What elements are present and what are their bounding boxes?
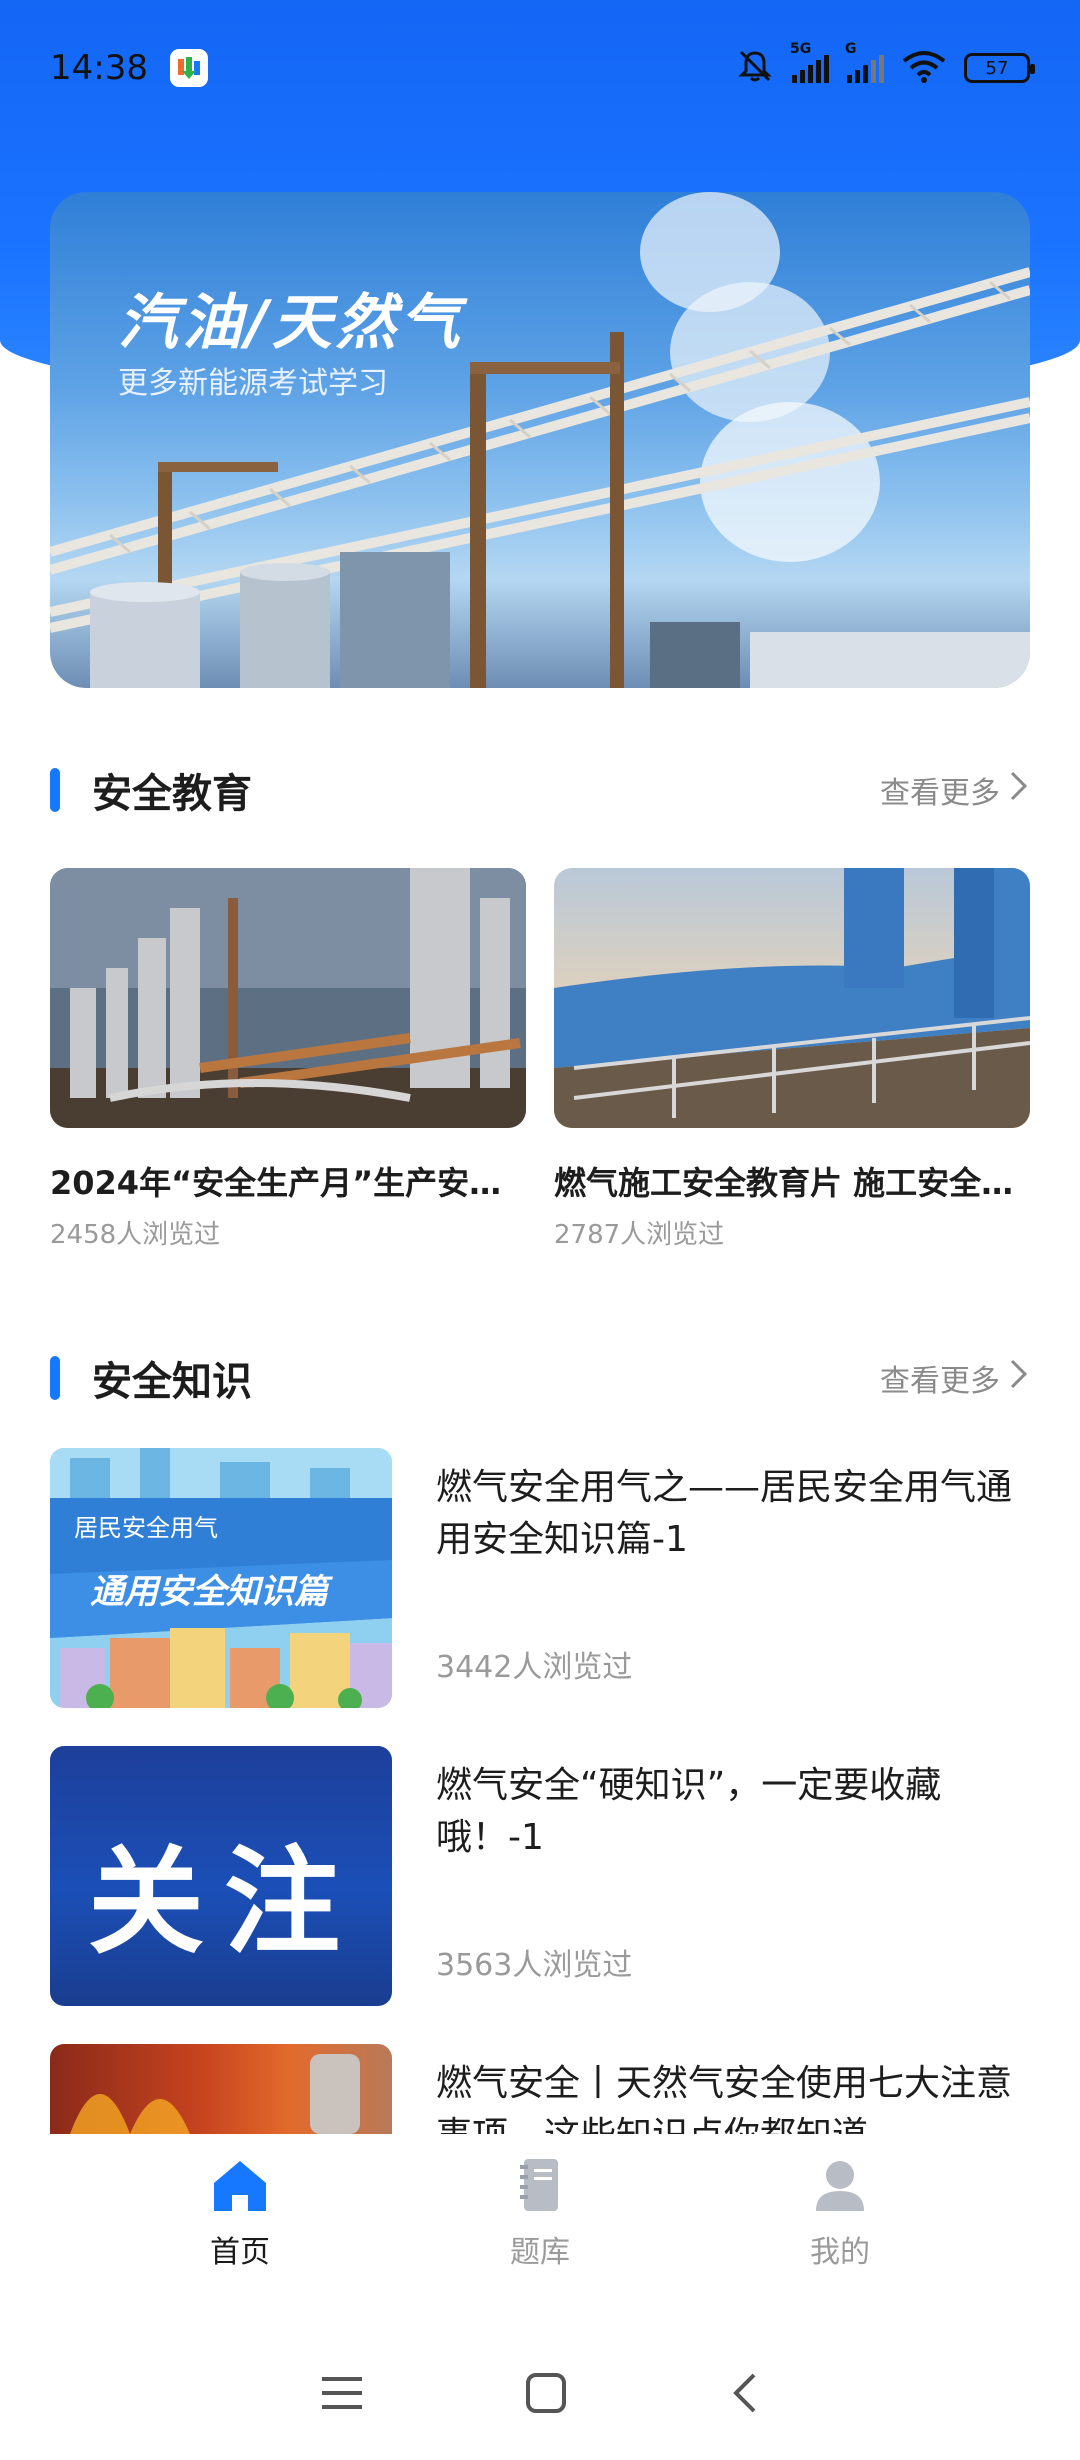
home-square-icon[interactable] [524, 2371, 568, 2419]
profile-icon [810, 2157, 870, 2217]
mute-icon [736, 47, 774, 89]
nav-tab-home-label: 首页 [210, 2235, 270, 2270]
signal-g-label: G [845, 41, 857, 57]
article-title: 燃气安全用气之——居民安全用气通用安全知识篇-1 [436, 1467, 1013, 1560]
chevron-right-icon [1008, 1357, 1030, 1399]
home-icon [210, 2157, 270, 2217]
bottom-navigation: 首页 题库 我的 [0, 2134, 1080, 2294]
signal-g-icon: G [845, 41, 884, 83]
chevron-right-icon [1008, 769, 1030, 811]
article-thumb-headline: 关注 [88, 1834, 360, 1970]
article-thumbnail: 关注 [50, 1746, 392, 2006]
video-title: 燃气施工安全教育片 施工安全… [554, 1164, 1014, 1202]
refinery-banner-illustration [50, 192, 1030, 688]
back-icon[interactable] [728, 2371, 760, 2419]
view-more-label: 查看更多 [880, 1364, 1000, 1399]
article-thumb-caption: 居民安全用气 [74, 1514, 218, 1542]
video-thumbnail [554, 868, 1030, 1128]
signal-5g-label: 5G [790, 41, 812, 57]
article-thumbnail: 居民安全用气 通用安全知识篇 [50, 1448, 392, 1708]
banner-title: 汽油/天然气 [118, 288, 464, 358]
article-item[interactable]: 关注 燃气安全“硬知识”，一定要收藏哦！-1 3563人浏览过 [50, 1746, 1030, 2006]
battery-level: 57 [985, 57, 1009, 79]
question-bank-icon [510, 2157, 570, 2217]
video-views: 2458人浏览过 [50, 1220, 221, 1250]
banner-subtitle: 更多新能源考试学习 [118, 366, 388, 401]
menu-icon[interactable] [320, 2373, 364, 2417]
signal-5g-icon: 5G [790, 41, 829, 83]
view-more-link[interactable]: 查看更多 [880, 768, 1030, 812]
video-thumbnail [50, 868, 526, 1128]
article-title: 燃气安全丨天然气安全使用七大注意事项，这些知识点你都知道 [436, 2063, 1013, 2134]
article-item[interactable]: 燃气安全丨天然气安全使用七大注意事项，这些知识点你都知道 [50, 2044, 1030, 2134]
wifi-icon [902, 49, 946, 87]
battery-icon: 57 [964, 53, 1035, 83]
status-time: 14:38 [50, 48, 148, 88]
video-card[interactable]: 燃气施工安全教育片 施工安全… 2787人浏览过 [554, 868, 1030, 1251]
app-notification-icon [169, 49, 208, 87]
article-thumb-headline: 通用安全知识篇 [90, 1572, 328, 1612]
system-navigation-bar [0, 2330, 1080, 2460]
safety-knowledge-header: 安全知识 查看更多 [50, 1348, 1030, 1408]
video-title: 2024年“安全生产月”生产安全… [50, 1164, 526, 1202]
nav-tab-question-bank[interactable]: 题库 [440, 2157, 640, 2271]
article-thumbnail [50, 2044, 392, 2134]
section-accent-bar [50, 1356, 60, 1400]
nav-tab-profile-label: 我的 [810, 2235, 870, 2270]
hero-banner[interactable]: 汽油/天然气 更多新能源考试学习 [50, 192, 1030, 688]
nav-tab-home[interactable]: 首页 [140, 2157, 340, 2271]
video-views: 2787人浏览过 [554, 1220, 725, 1250]
article-item[interactable]: 居民安全用气 通用安全知识篇 燃气安全用气之——居民安全用气通用安全知识篇-1 … [50, 1448, 1030, 1708]
article-title: 燃气安全“硬知识”，一定要收藏哦！-1 [436, 1765, 942, 1858]
video-card[interactable]: 2024年“安全生产月”生产安全… 2458人浏览过 [50, 868, 526, 1251]
nav-tab-question-bank-label: 题库 [510, 2235, 570, 2270]
status-bar: 14:38 5G G 57 [0, 0, 1080, 136]
section-title: 安全知识 [92, 1359, 252, 1405]
view-more-link[interactable]: 查看更多 [880, 1356, 1030, 1400]
view-more-label: 查看更多 [880, 776, 1000, 811]
nav-tab-profile[interactable]: 我的 [740, 2157, 940, 2271]
section-accent-bar [50, 768, 60, 812]
safety-education-header: 安全教育 查看更多 [50, 760, 1030, 820]
section-title: 安全教育 [92, 771, 252, 817]
article-views: 3442人浏览过 [436, 1650, 633, 1685]
article-views: 3563人浏览过 [436, 1948, 633, 1983]
